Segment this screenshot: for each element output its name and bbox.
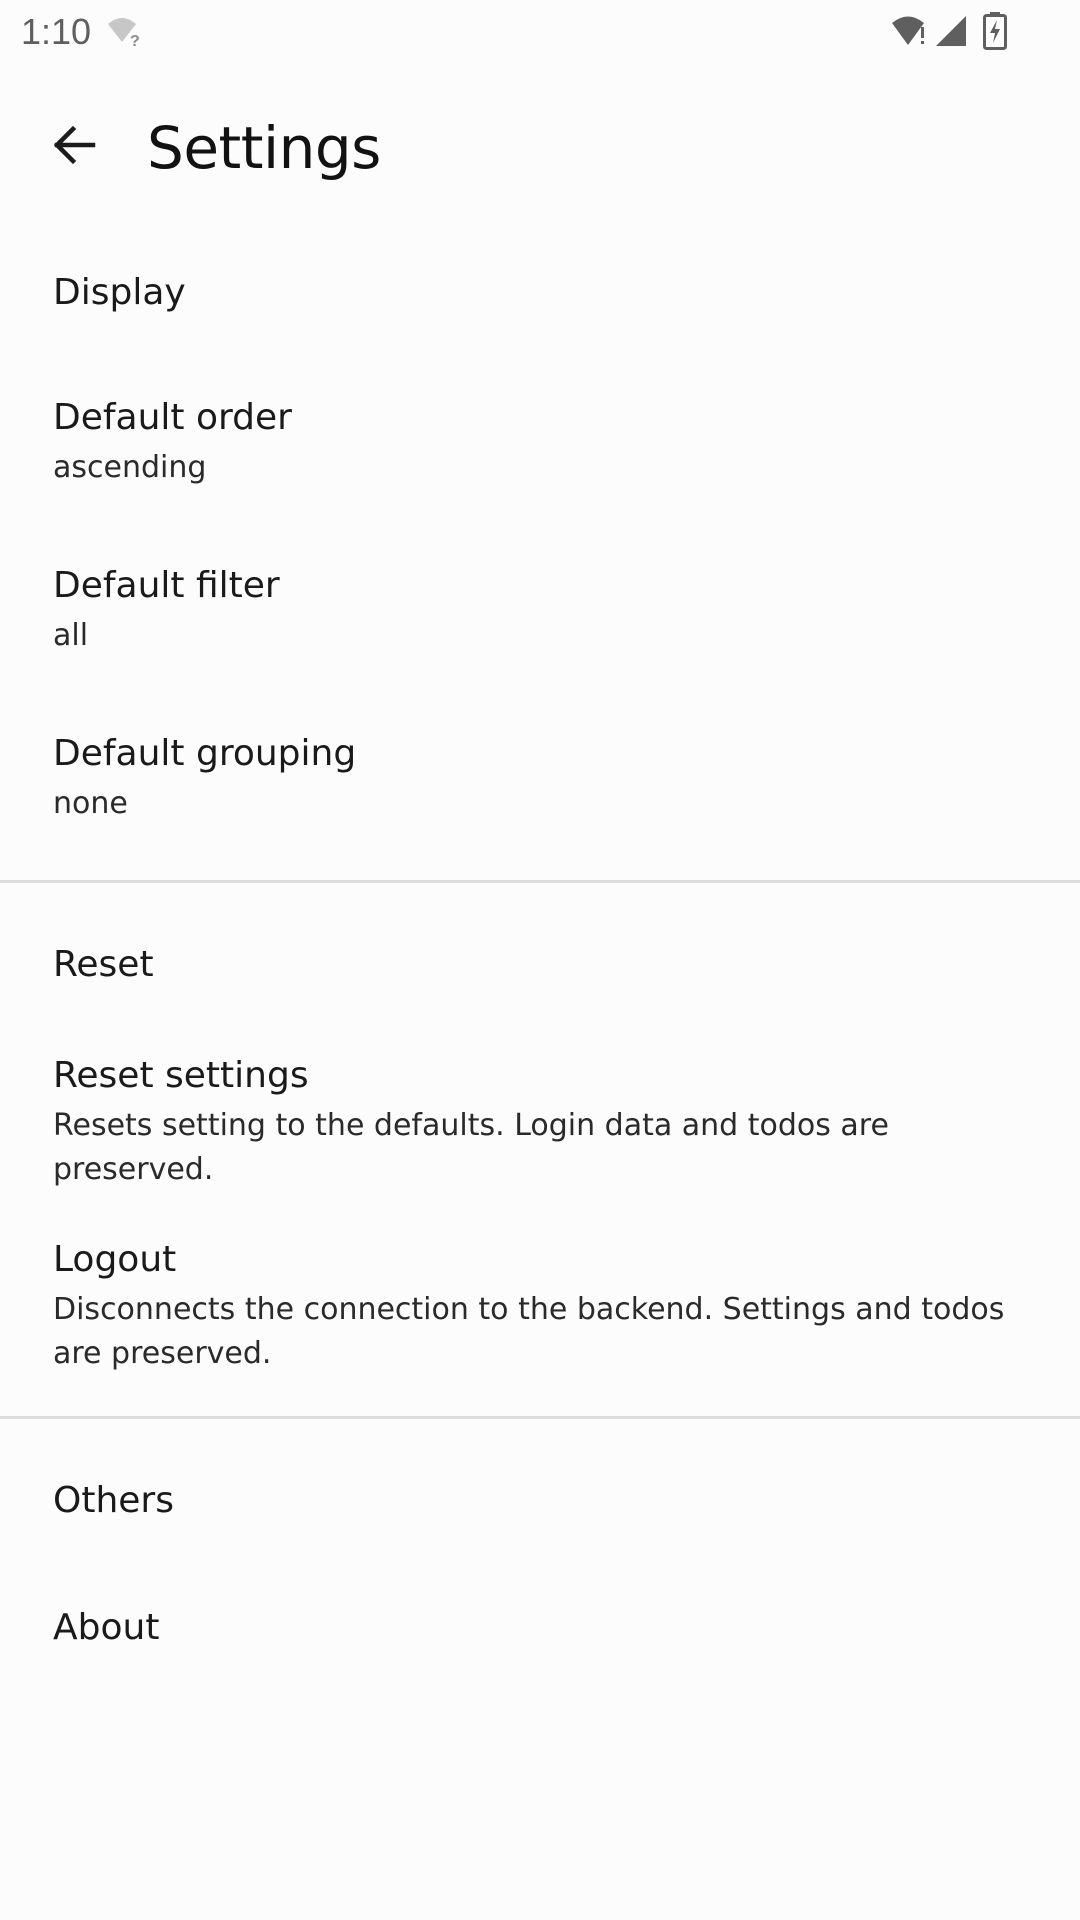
back-button[interactable] xyxy=(30,104,116,190)
section-header-reset: Reset xyxy=(53,944,154,985)
pref-summary: all xyxy=(53,618,89,653)
page-title: Settings xyxy=(147,114,381,182)
status-bar: 1:10 ? xyxy=(0,0,1080,64)
pref-default-filter[interactable]: Default filter all xyxy=(0,562,1080,658)
wifi-unknown-icon: ? xyxy=(106,14,146,52)
pref-title: Default filter xyxy=(53,565,280,606)
arrow-back-icon xyxy=(49,121,97,173)
pref-default-order[interactable]: Default order ascending xyxy=(0,394,1080,490)
pref-title: Logout xyxy=(53,1239,177,1280)
pref-title: Reset settings xyxy=(53,1055,309,1096)
pref-title: About xyxy=(53,1607,160,1648)
pref-summary: Disconnects the connection to the backen… xyxy=(53,1292,1005,1371)
section-header-display: Display xyxy=(53,272,186,313)
pref-about[interactable]: About xyxy=(0,1604,1080,1652)
pref-summary: ascending xyxy=(53,450,207,485)
pref-summary: Resets setting to the defaults. Login da… xyxy=(53,1108,889,1187)
pref-title: Default order xyxy=(53,397,292,438)
svg-text:?: ? xyxy=(130,33,140,48)
app-bar: Settings xyxy=(0,64,1080,208)
pref-title: Default grouping xyxy=(53,733,357,774)
cell-signal-icon xyxy=(934,14,968,52)
pref-reset-settings[interactable]: Reset settings Resets setting to the def… xyxy=(0,1052,1080,1192)
pref-logout[interactable]: Logout Disconnects the connection to the… xyxy=(0,1236,1080,1376)
pref-summary: none xyxy=(53,786,128,821)
section-divider xyxy=(0,1416,1080,1419)
section-divider xyxy=(0,880,1080,883)
pref-default-grouping[interactable]: Default grouping none xyxy=(0,730,1080,826)
section-header-others: Others xyxy=(53,1480,174,1521)
battery-charging-icon xyxy=(983,12,1007,54)
wifi-alert-icon xyxy=(890,13,930,53)
status-time: 1:10 xyxy=(21,11,92,52)
